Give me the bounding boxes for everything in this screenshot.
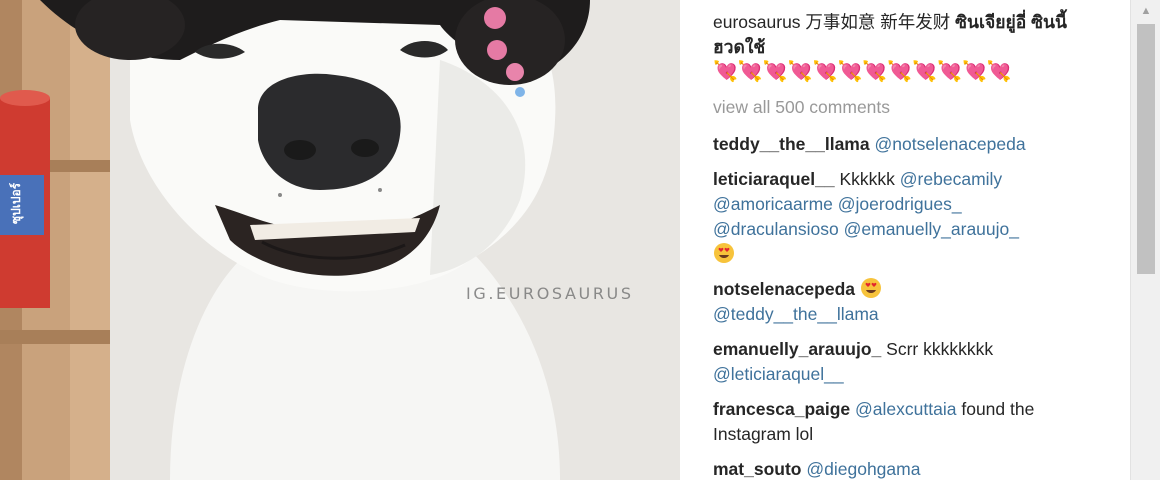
comment-username[interactable]: emanuelly_arauujo_ <box>713 339 881 359</box>
comment-mention[interactable]: @teddy__the__llama <box>713 304 879 324</box>
caption-text: 万事如意 新年发财 <box>800 12 956 32</box>
dog-photo-illustration: ซุปเปอร์ <box>0 0 680 480</box>
vertical-scrollbar[interactable]: ▲ <box>1130 0 1160 480</box>
photo-watermark: IG.EUROSAURUS <box>466 284 634 303</box>
comment-username[interactable]: mat_souto <box>713 459 801 479</box>
comment-mention[interactable]: @leticiaraquel__ <box>713 364 844 384</box>
comment-username[interactable]: leticiaraquel__ <box>713 169 835 189</box>
post-photo[interactable]: ซุปเปอร์ IG.EUROSAURUS <box>0 0 680 480</box>
comment-mention[interactable]: @emanuelly_arauujo_ <box>844 219 1019 239</box>
comment-mention[interactable]: @alexcuttaia <box>855 399 956 419</box>
comment-item: notselenacepeda @teddy__the__llama <box>713 277 1093 327</box>
comment-text: Scrr kkkkkkkk <box>886 339 994 359</box>
comments-list: eurosaurus 万事如意 新年发财 ซินเจียยู่อี่ ซินนี… <box>713 10 1093 480</box>
heart-eyes-emoji-icon <box>714 243 734 263</box>
comment-mention[interactable]: @joerodrigues_ <box>838 194 962 214</box>
comment-item: emanuelly_arauujo_ Scrr kkkkkkkk @letici… <box>713 337 1093 387</box>
caption-username[interactable]: eurosaurus <box>713 12 801 32</box>
caption-hearts-emoji: 💘💘💘💘💘💘💘💘💘💘💘💘 <box>713 61 1012 83</box>
comment-mention[interactable]: @diegohgama <box>806 459 920 479</box>
comment-mention[interactable]: @draculansioso <box>713 219 839 239</box>
view-all-comments-link[interactable]: view all 500 comments <box>713 95 1093 120</box>
scrollbar-thumb[interactable] <box>1137 24 1155 274</box>
comment-username[interactable]: teddy__the__llama <box>713 134 870 154</box>
comment-username[interactable]: notselenacepeda <box>713 279 855 299</box>
heart-eyes-emoji-icon <box>860 278 881 298</box>
caption: eurosaurus 万事如意 新年发财 ซินเจียยู่อี่ ซินนี… <box>713 10 1093 85</box>
comments-panel: eurosaurus 万事如意 新年发财 ซินเจียยู่อี่ ซินนี… <box>680 0 1130 480</box>
comment-username[interactable]: francesca_paige <box>713 399 850 419</box>
comment-mention[interactable]: @amoricaarme <box>713 194 833 214</box>
scroll-up-arrow-icon[interactable]: ▲ <box>1139 4 1153 18</box>
comment-item: teddy__the__llama @notselenacepeda <box>713 132 1093 157</box>
comment-item: leticiaraquel__ Kkkkkk @rebecamily @amor… <box>713 167 1093 267</box>
can-label: ซุปเปอร์ <box>9 182 24 224</box>
comment-mention[interactable]: @notselenacepeda <box>874 134 1025 154</box>
comment-item: mat_souto @diegohgama <box>713 457 1093 480</box>
comment-mention[interactable]: @rebecamily <box>900 169 1002 189</box>
comment-item: francesca_paige @alexcuttaia found the I… <box>713 397 1093 447</box>
comment-text: Kkkkkk <box>839 169 895 189</box>
